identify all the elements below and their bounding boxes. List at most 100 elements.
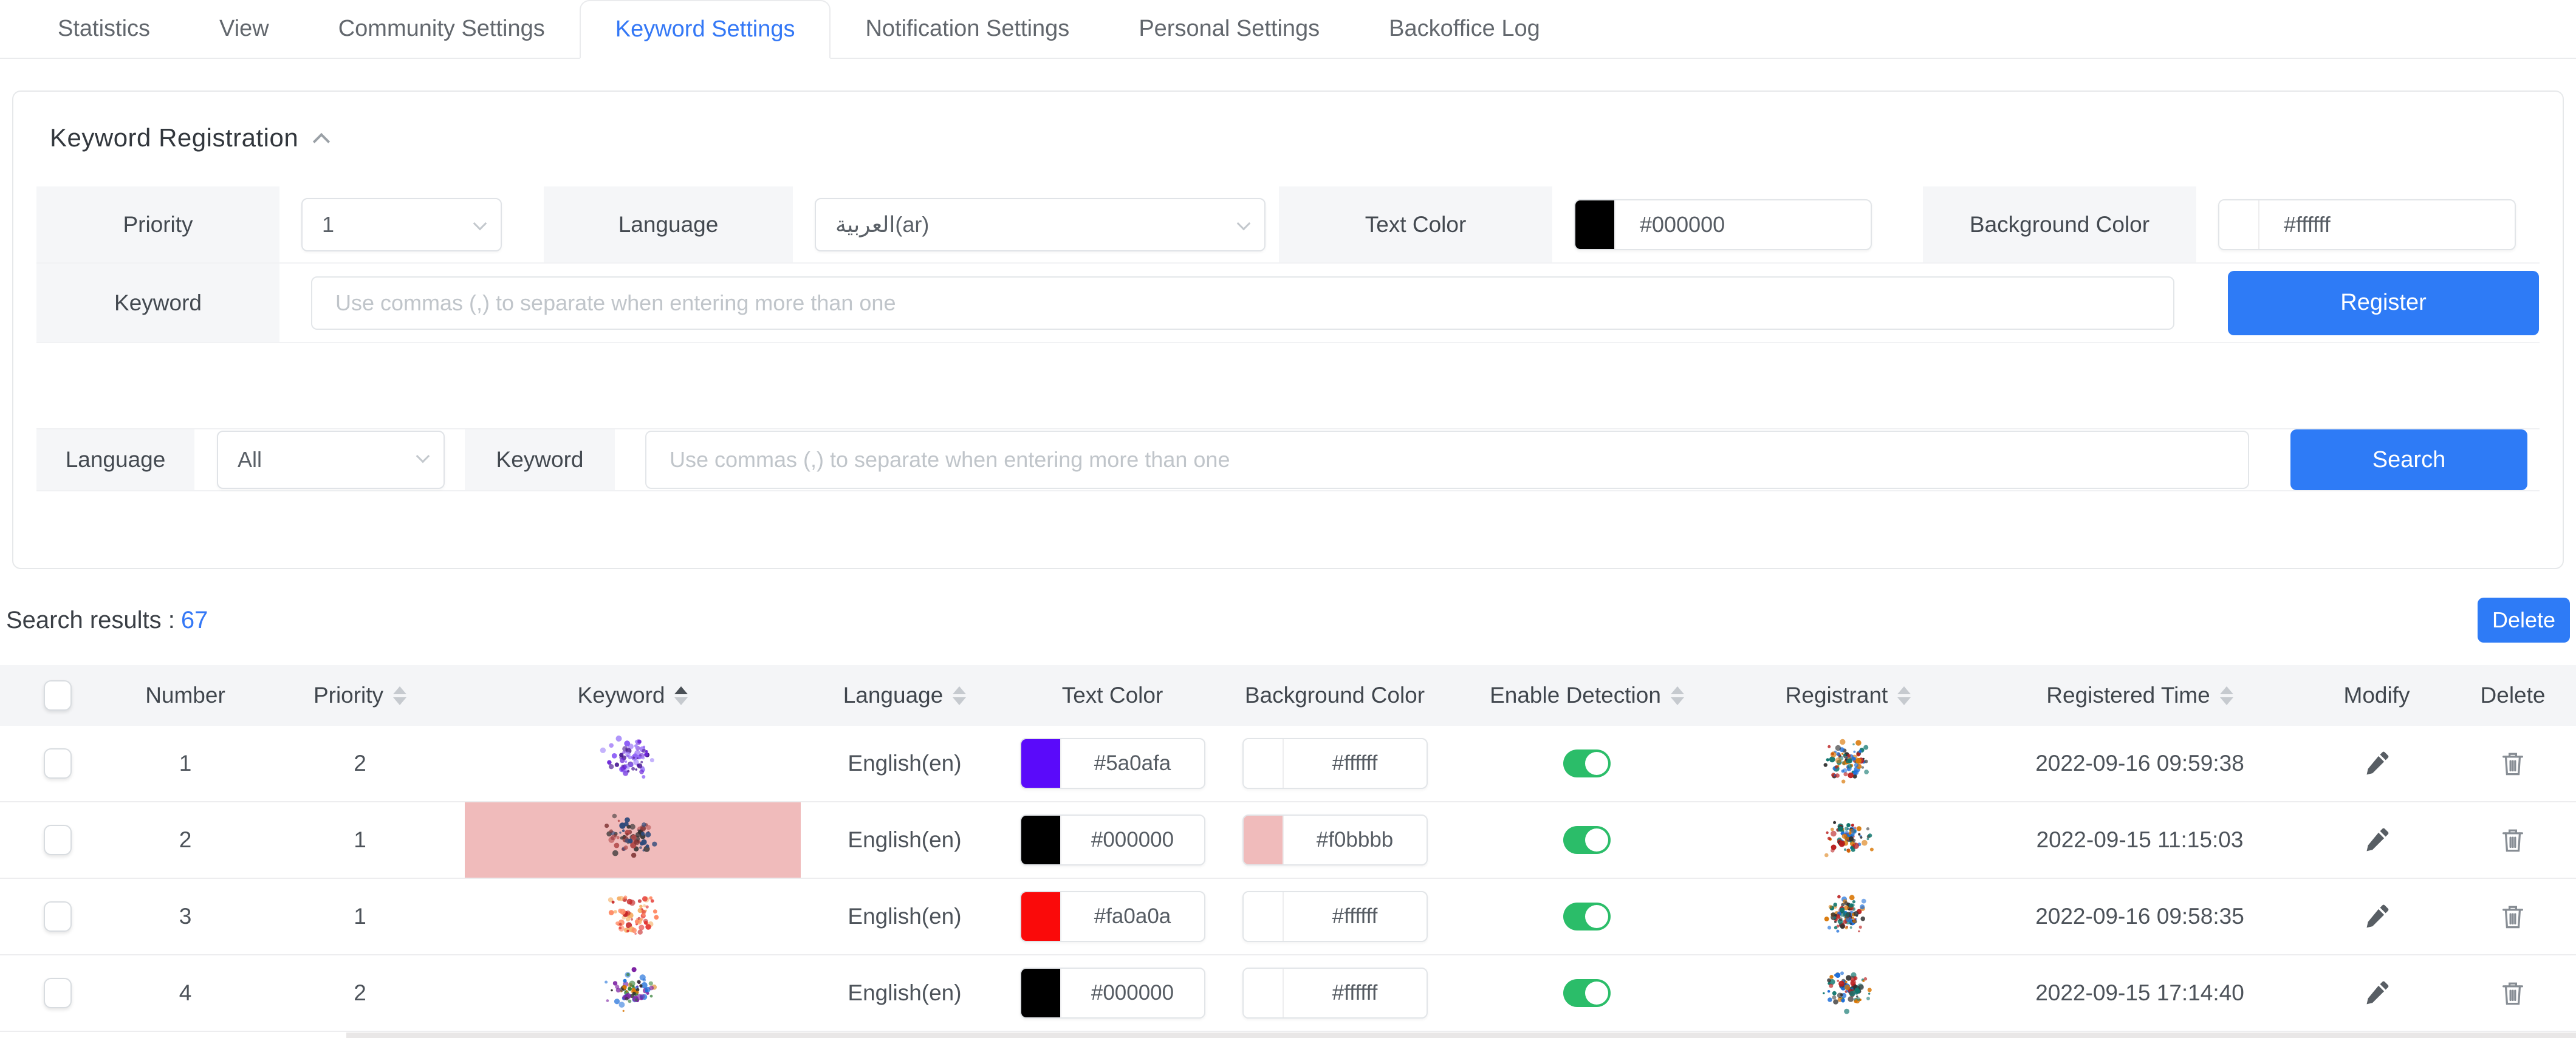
row-text-color-input[interactable]: #000000 [1020,968,1205,1019]
registrant-cell [1721,726,1976,801]
keyword-input[interactable] [311,276,2174,330]
column-label: Delete [2481,683,2546,708]
row-background-color-input[interactable]: #ffffff [1242,738,1428,789]
search-language-label: Language [36,429,194,490]
row-background-color-hex: #f0bbbb [1284,816,1427,864]
row-background-color-swatch [1244,969,1284,1017]
column-label: Registrant [1786,683,1888,708]
row-text-color-input[interactable]: #5a0afa [1020,738,1205,789]
text-color-cell: #000000 [1009,802,1216,878]
bulk-delete-button[interactable]: Delete [2478,598,2570,643]
registration-form-row-1: Priority 1 Language العربية(ar) Text Col… [36,186,2540,264]
row-text-color-swatch [1021,969,1061,1017]
text-color-cell: #000000 [1009,955,1216,1031]
priority-select[interactable]: 1 [301,198,502,251]
table-row: 12English(en)#5a0afa#ffffff2022-09-16 09… [0,726,2576,802]
table-row: 42English(en)#000000#ffffff2022-09-15 17… [0,955,2576,1032]
chevron-down-icon [473,216,487,230]
priority-cell: 2 [255,726,465,801]
enable-detection-cell [1453,802,1721,878]
row-background-color-swatch [1244,816,1284,864]
row-checkbox[interactable] [44,901,72,932]
modify-cell [2304,802,2450,878]
search-button[interactable]: Search [2290,429,2527,490]
column-header-priority[interactable]: Priority [255,683,465,708]
trash-icon[interactable] [2499,826,2527,854]
registrant-redacted [1818,889,1879,944]
registered-time-cell: 2022-09-15 11:15:03 [1976,802,2304,878]
sort-arrows-icon [953,686,966,705]
keyword-registration-panel: Keyword Registration Priority 1 Language… [12,90,2564,569]
text-color-input[interactable]: #000000 [1574,199,1872,250]
column-header-language[interactable]: Language [801,683,1009,708]
sort-arrows-icon [1671,686,1684,705]
tab-keyword-settings[interactable]: Keyword Settings [580,0,831,59]
registrant-cell [1721,879,1976,954]
keyword-cell [465,802,801,878]
column-header-registered-time[interactable]: Registered Time [1976,683,2304,708]
language-select[interactable]: العربية(ar) [815,198,1266,251]
search-keyword-input[interactable] [645,431,2249,489]
collapse-chevron-up-icon[interactable] [313,133,330,150]
keyword-results-table: NumberPriorityKeyword Language Text Color B… [0,665,2576,1032]
row-checkbox[interactable] [44,748,72,779]
background-color-label: Background Color [1923,186,2196,262]
register-button[interactable]: Register [2228,271,2539,335]
column-header-registrant[interactable]: Registrant [1721,683,1976,708]
row-checkbox[interactable] [44,825,72,855]
keyword-redacted [600,733,666,794]
enable-detection-toggle[interactable] [1563,749,1611,777]
tab-community-settings[interactable]: Community Settings [304,0,580,58]
background-color-cell: #ffffff [1216,879,1453,954]
background-color-swatch[interactable] [2219,200,2259,249]
enable-detection-toggle[interactable] [1563,903,1611,930]
row-text-color-hex: #000000 [1061,969,1204,1017]
row-text-color-input[interactable]: #fa0a0a [1020,891,1205,942]
column-label: Background Color [1245,683,1425,708]
tab-statistics[interactable]: Statistics [23,0,185,58]
column-label: Language [843,683,944,708]
registration-form-row-2: Keyword Register [36,264,2540,343]
search-results-text: Search results : [6,607,175,633]
delete-cell [2450,955,2576,1031]
search-language-select[interactable]: All [217,431,445,489]
edit-pencil-icon[interactable] [2363,903,2390,930]
column-header-keyword[interactable]: Keyword [465,683,801,708]
column-label: Enable Detection [1490,683,1661,708]
row-background-color-input[interactable]: #f0bbbb [1242,814,1428,866]
enable-detection-toggle[interactable] [1563,979,1611,1007]
registrant-redacted [1818,966,1879,1021]
text-color-swatch[interactable] [1575,200,1615,249]
column-header-enable-detection[interactable]: Enable Detection [1453,683,1721,708]
enable-detection-cell [1453,726,1721,801]
row-background-color-input[interactable]: #ffffff [1242,891,1428,942]
number-cell: 3 [115,879,255,954]
registered-time-cell: 2022-09-16 09:59:38 [1976,726,2304,801]
delete-cell [2450,726,2576,801]
column-header-delete: Delete [2450,683,2576,708]
edit-pencil-icon[interactable] [2363,750,2390,777]
edit-pencil-icon[interactable] [2363,980,2390,1006]
keyword-redacted [600,963,666,1024]
enable-detection-toggle[interactable] [1563,826,1611,854]
tab-notification-settings[interactable]: Notification Settings [831,0,1104,58]
column-label: Text Color [1062,683,1163,708]
select-all-checkbox[interactable] [44,680,72,711]
edit-pencil-icon[interactable] [2363,827,2390,853]
row-text-color-input[interactable]: #000000 [1020,814,1205,866]
language-cell: English(en) [801,955,1009,1031]
table-header-row: NumberPriorityKeyword Language Text Color B… [0,665,2576,726]
row-background-color-input[interactable]: #ffffff [1242,968,1428,1019]
trash-icon[interactable] [2499,749,2527,777]
table-row: 21English(en)#000000#f0bbbb2022-09-15 11… [0,802,2576,879]
tab-personal-settings[interactable]: Personal Settings [1104,0,1354,58]
row-checkbox[interactable] [44,978,72,1008]
trash-icon[interactable] [2499,979,2527,1007]
tab-view[interactable]: View [185,0,304,58]
modify-cell [2304,955,2450,1031]
trash-icon[interactable] [2499,903,2527,930]
background-color-input[interactable]: #ffffff [2218,199,2516,250]
tab-backoffice-log[interactable]: Backoffice Log [1354,0,1575,58]
column-header-number: Number [115,683,255,708]
language-cell: English(en) [801,726,1009,801]
